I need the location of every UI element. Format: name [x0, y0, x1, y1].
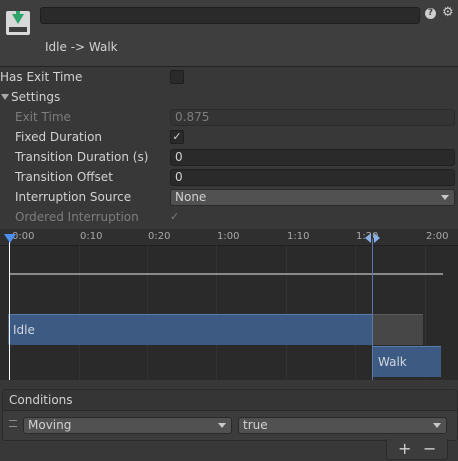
conditions-panel: Conditions Moving true	[2, 389, 458, 441]
tick-label: 1:10	[287, 231, 310, 242]
transition-duration-field[interactable]: 0	[170, 149, 455, 166]
condition-value-value: true	[243, 418, 268, 432]
condition-parameter-value: Moving	[28, 418, 72, 432]
transition-end-handle-icon[interactable]	[374, 233, 380, 243]
tick-label: 0:20	[148, 231, 171, 242]
transition-icon	[6, 11, 30, 35]
inspector-header: ? ⚙ Idle -> Walk	[0, 0, 458, 67]
condition-value-dropdown[interactable]: true	[238, 417, 447, 434]
condition-parameter-dropdown[interactable]: Moving	[23, 417, 232, 434]
tick-label: 0:10	[80, 231, 103, 242]
transition-offset-label: Transition Offset	[15, 170, 113, 184]
interruption-source-dropdown[interactable]: None	[170, 189, 455, 206]
interruption-source-label: Interruption Source	[15, 190, 132, 204]
playhead-line	[9, 239, 10, 380]
interruption-source-value: None	[175, 190, 207, 204]
source-state-bar[interactable]: Idle	[8, 314, 373, 345]
chevron-down-icon	[441, 195, 449, 200]
conditions-footer: + −	[386, 439, 448, 460]
transition-duration-label: Transition Duration (s)	[15, 150, 149, 164]
transition-curve-line	[10, 273, 443, 275]
transition-offset-field[interactable]: 0	[170, 169, 455, 186]
remove-condition-button[interactable]: −	[423, 439, 436, 459]
ordered-interruption-checkbox: ✓	[170, 210, 180, 223]
transition-title: Idle -> Walk	[45, 40, 118, 54]
destination-state-bar[interactable]: Walk	[373, 346, 441, 377]
source-state-tail	[373, 314, 423, 345]
name-field[interactable]	[40, 7, 420, 24]
chevron-down-icon	[218, 423, 226, 428]
fixed-duration-label: Fixed Duration	[15, 130, 103, 144]
destination-state-label: Walk	[378, 355, 407, 369]
fixed-duration-checkbox[interactable]: ✓	[170, 130, 184, 144]
transition-start-handle-icon[interactable]	[365, 233, 371, 243]
tick-label: 2:00	[426, 231, 449, 242]
transition-marker-line	[372, 239, 373, 380]
gear-icon[interactable]: ⚙	[442, 6, 454, 20]
tick-label: 1:00	[217, 231, 240, 242]
source-state-label: Idle	[13, 323, 35, 337]
foldout-arrow-icon[interactable]	[1, 94, 9, 100]
drag-handle-icon[interactable]	[9, 420, 17, 427]
playhead-marker-icon[interactable]	[4, 234, 16, 243]
exit-time-field: 0.875	[170, 109, 455, 126]
conditions-header: Conditions	[3, 390, 457, 411]
settings-foldout[interactable]: Settings	[11, 90, 60, 104]
conditions-title: Conditions	[9, 393, 73, 407]
exit-time-label: Exit Time	[15, 110, 71, 124]
chevron-down-icon	[433, 423, 441, 428]
timeline-ruler: 0:00 0:10 0:20 1:00 1:10 1:20 2:00	[0, 229, 458, 246]
add-condition-button[interactable]: +	[398, 439, 411, 459]
has-exit-time-checkbox[interactable]	[170, 70, 184, 84]
help-icon[interactable]: ?	[425, 8, 436, 19]
transition-timeline[interactable]: 0:00 0:10 0:20 1:00 1:10 1:20 2:00 Idle …	[0, 229, 458, 380]
has-exit-time-label: Has Exit Time	[0, 70, 83, 84]
ordered-interruption-label: Ordered Interruption	[15, 210, 139, 224]
